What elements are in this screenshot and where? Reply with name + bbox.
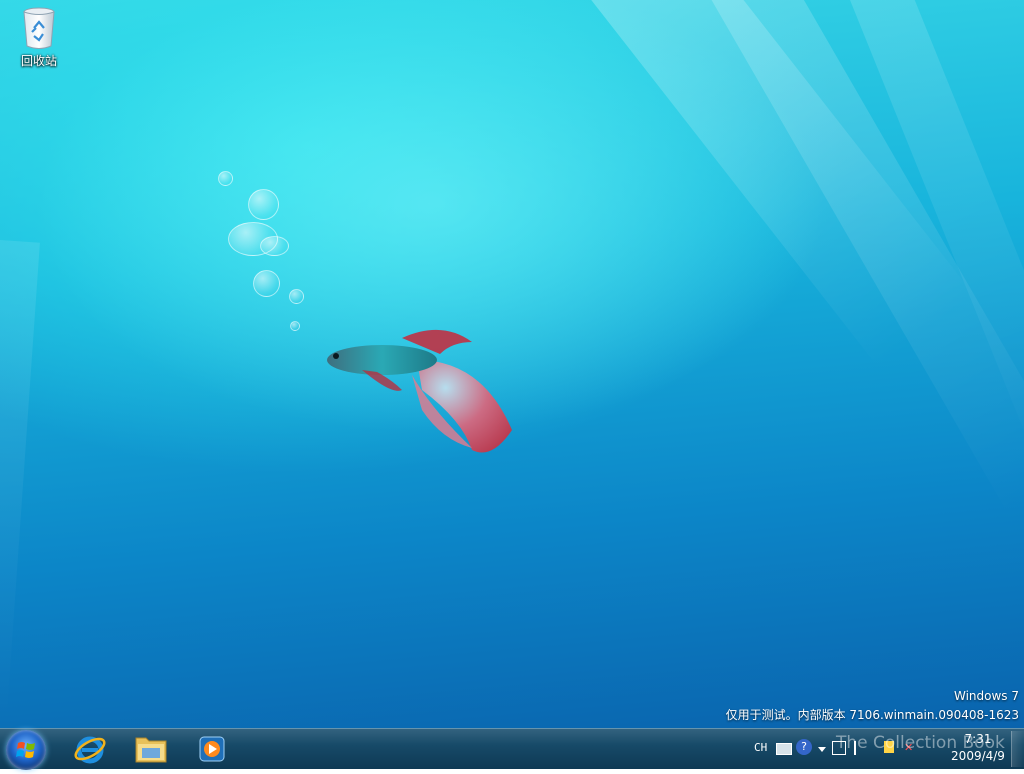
- bubble: [289, 289, 304, 304]
- internet-explorer-icon: [74, 736, 106, 764]
- os-name-text: Windows 7: [953, 689, 1019, 703]
- media-player-icon: [199, 736, 225, 762]
- recycle-bin-icon: [22, 6, 56, 50]
- build-info-text: 仅用于测试。内部版本 7106.winmain.090408-1623: [725, 708, 1019, 722]
- language-indicator[interactable]: CH: [754, 741, 767, 754]
- bubble: [218, 171, 233, 186]
- taskbar-media-player[interactable]: [186, 731, 238, 767]
- show-desktop-button[interactable]: [1011, 731, 1024, 767]
- desktop-icon-recycle-bin[interactable]: 回收站: [6, 6, 72, 76]
- desktop-background: 回收站 Windows 7 仅用于测试。内部版本 7106.winmain.09…: [0, 0, 1024, 728]
- desktop-icon-label: 回收站: [20, 54, 57, 68]
- start-button[interactable]: [6, 730, 46, 770]
- taskbar-internet-explorer[interactable]: [64, 731, 116, 767]
- light-ray: [0, 240, 40, 722]
- betta-fish-wallpaper: [322, 320, 522, 465]
- keyboard-icon[interactable]: [776, 743, 792, 755]
- folder-icon: [135, 737, 167, 763]
- overlay-watermark: The Collection Book: [836, 733, 1005, 753]
- taskbar-windows-explorer[interactable]: [125, 731, 177, 767]
- help-icon[interactable]: ?: [796, 739, 812, 755]
- bubble: [248, 189, 279, 220]
- windows-orb-icon: [16, 742, 35, 758]
- build-watermark: Windows 7 仅用于测试。内部版本 7106.winmain.090408…: [726, 687, 1019, 725]
- bubble: [253, 270, 280, 297]
- bubble: [260, 236, 289, 256]
- overflow-arrow-icon[interactable]: [818, 747, 826, 752]
- bubble: [290, 321, 300, 331]
